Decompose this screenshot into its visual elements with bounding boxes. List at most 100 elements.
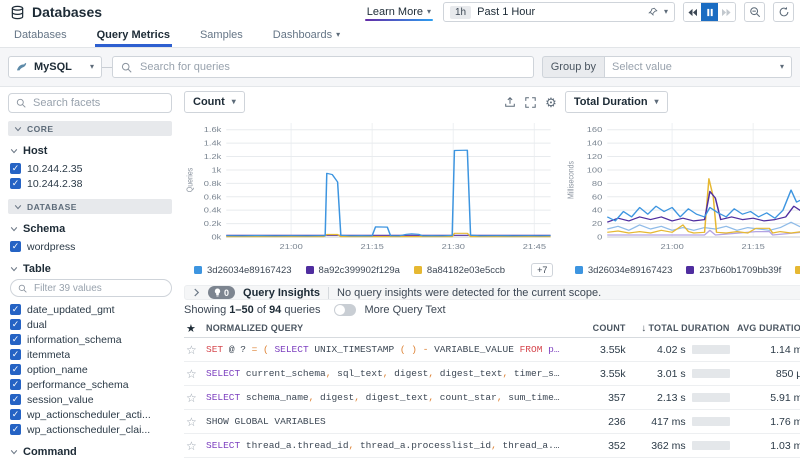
facet-filter-input[interactable] (32, 282, 164, 295)
zoom-out-button[interactable] (744, 2, 765, 22)
avg-duration-cell: 5.91 ms (730, 392, 800, 404)
db-source-select[interactable]: MySQL ▾ (8, 56, 102, 78)
normalized-query-cell[interactable]: SHOW GLOBAL VARIABLES (206, 416, 574, 427)
facet-value-wordpress[interactable]: ✓wordpress (8, 239, 172, 254)
checkbox-checked[interactable]: ✓ (10, 178, 21, 189)
checkbox-checked[interactable]: ✓ (10, 394, 21, 405)
divider (102, 67, 112, 68)
checkbox-checked[interactable]: ✓ (10, 364, 21, 375)
chevron-down-icon: ▾ (664, 8, 668, 16)
facet-value-date-updated-gmt[interactable]: ✓date_updated_gmt (8, 302, 172, 317)
favorite-star-icon[interactable]: ☆ (184, 415, 206, 429)
facet-value-performance-schema[interactable]: ✓performance_schema (8, 377, 172, 392)
tab-databases[interactable]: Databases (12, 25, 69, 47)
count-chart-legend: 3d26034e89167423 8a92c399902f129a 8a84182e… (184, 261, 557, 277)
count-metric-select[interactable]: Count ▾ (184, 91, 245, 113)
col-total-duration[interactable]: ↓TOTAL DURATION (626, 323, 730, 334)
facet-section-core[interactable]: CORE (8, 121, 172, 136)
pause-button[interactable] (701, 3, 718, 21)
facet-search-input[interactable] (31, 96, 176, 110)
facet-section-database[interactable]: DATABASE (8, 199, 172, 214)
legend-item[interactable]: 3d26034e89167423 (575, 265, 673, 276)
normalized-query-cell[interactable]: SET @ ? = ( SELECT UNIX_TIMESTAMP ( ) - … (206, 344, 574, 355)
checkbox-checked[interactable]: ✓ (10, 379, 21, 390)
favorite-star-icon[interactable]: ☆ (184, 343, 206, 357)
avg-duration-cell: 1.14 ms (730, 344, 800, 356)
fullscreen-icon[interactable] (525, 97, 536, 108)
facet-value-option-name[interactable]: ✓option_name (8, 362, 172, 377)
checkbox-checked[interactable]: ✓ (10, 409, 21, 420)
legend-more-button[interactable]: +7 (531, 263, 553, 277)
col-avg-duration[interactable]: AVG DURATION (730, 323, 800, 333)
export-icon[interactable] (504, 96, 516, 108)
time-forward-button[interactable] (718, 3, 735, 21)
table-row[interactable]: ☆SELECT thread_a.thread_id, thread_a.pro… (184, 434, 800, 458)
facet-value-wp-actionscheduler-acti-[interactable]: ✓wp_actionscheduler_acti... (8, 407, 172, 422)
checkbox-checked[interactable]: ✓ (10, 304, 21, 315)
normalized-query-cell[interactable]: SELECT thread_a.thread_id, thread_a.proc… (206, 440, 574, 451)
facet-host[interactable]: Host (8, 145, 172, 157)
checkbox-checked[interactable]: ✓ (10, 163, 21, 174)
facet-value-10-244-2-35[interactable]: ✓10.244.2.35 (8, 161, 172, 176)
favorite-star-icon[interactable]: ☆ (184, 439, 206, 453)
duration-bar (692, 369, 730, 378)
facet-groups: CORE Host ✓10.244.2.35✓10.244.2.38 DATABASE… (8, 121, 172, 458)
checkbox-checked[interactable]: ✓ (10, 241, 21, 252)
legend-item[interactable]: 325b7269dd8743a6 (795, 265, 800, 276)
checkbox-checked[interactable]: ✓ (10, 319, 21, 330)
favorite-star-icon[interactable]: ☆ (184, 367, 206, 381)
count-chart-plot[interactable]: 0k0.2k0.4k0.6k0.8k1k1.2k1.4k1.6k21:0021:… (184, 115, 557, 261)
legend-item[interactable]: 8a92c399902f129a (306, 265, 400, 276)
group-by-select[interactable]: Select value ▾ (604, 56, 792, 78)
table-row[interactable]: ☆SELECT schema_name, digest, digest_text… (184, 386, 800, 410)
time-backward-button[interactable] (684, 3, 701, 21)
facet-value-session-value[interactable]: ✓session_value (8, 392, 172, 407)
favorite-all-icon[interactable]: ★ (184, 322, 206, 335)
mysql-icon (16, 62, 28, 72)
svg-text:0.2k: 0.2k (204, 219, 222, 228)
col-normalized-query[interactable]: NORMALIZED QUERY (206, 323, 574, 333)
facet-value-wp-actionscheduler-clai-[interactable]: ✓wp_actionscheduler_clai... (8, 422, 172, 437)
checkbox-checked[interactable]: ✓ (10, 424, 21, 435)
svg-text:21:45: 21:45 (523, 242, 547, 251)
table-row[interactable]: ☆SELECT current_schema, sql_text, digest… (184, 362, 800, 386)
tab-query-metrics[interactable]: Query Metrics (95, 25, 172, 47)
tab-samples[interactable]: Samples (198, 25, 245, 47)
query-insights-bar[interactable]: 0 Query Insights No query insights were … (184, 285, 800, 300)
database-logo-icon (10, 5, 25, 20)
legend-item[interactable]: 237b60b1709bb39f (686, 265, 781, 276)
chevron-down-icon: ▾ (232, 98, 236, 106)
checkbox-checked[interactable]: ✓ (10, 349, 21, 360)
table-row[interactable]: ☆SET @ ? = ( SELECT UNIX_TIMESTAMP ( ) -… (184, 338, 800, 362)
tab-dashboards[interactable]: Dashboards▾ (271, 25, 342, 47)
facet-schema[interactable]: Schema (8, 223, 172, 235)
svg-text:Milliseconds: Milliseconds (566, 161, 576, 199)
legend-item[interactable]: 3d26034e89167423 (194, 265, 292, 276)
facet-command[interactable]: Command (8, 446, 172, 458)
refresh-button[interactable] (773, 2, 794, 22)
duration-bar (692, 417, 730, 426)
facet-value-itemmeta[interactable]: ✓itemmeta (8, 347, 172, 362)
app-brand: Databases (10, 4, 102, 20)
facet-table[interactable]: Table (8, 263, 172, 275)
normalized-query-cell[interactable]: SELECT schema_name, digest, digest_text,… (206, 392, 574, 403)
duration-metric-select[interactable]: Total Duration ▾ (565, 91, 668, 113)
favorite-star-icon[interactable]: ☆ (184, 391, 206, 405)
checkbox-checked[interactable]: ✓ (10, 334, 21, 345)
normalized-query-cell[interactable]: SELECT current_schema, sql_text, digest,… (206, 368, 574, 379)
pin-icon[interactable] (648, 7, 658, 17)
facet-value-information-schema[interactable]: ✓information_schema (8, 332, 172, 347)
svg-text:1.2k: 1.2k (204, 152, 222, 161)
legend-item[interactable]: 8a84182e03e5ccb (414, 265, 505, 276)
gear-icon[interactable]: ⚙ (545, 96, 557, 109)
col-count[interactable]: COUNT (574, 323, 626, 333)
duration-chart-plot[interactable]: 02040608010012014016021:0021:1521:3021:4… (565, 115, 800, 261)
learn-more-button[interactable]: Learn More ▾ (363, 4, 435, 21)
facet-value-dual[interactable]: ✓dual (8, 317, 172, 332)
table-row[interactable]: ☆SHOW GLOBAL VARIABLES236417 ms1.76 ms1.… (184, 410, 800, 434)
query-search-box (112, 56, 534, 78)
facet-value-10-244-2-38[interactable]: ✓10.244.2.38 (8, 176, 172, 191)
time-range-picker[interactable]: 1h Past 1 Hour ▾ (443, 2, 675, 22)
query-search-input[interactable] (138, 60, 525, 74)
more-query-text-toggle[interactable] (334, 304, 356, 316)
